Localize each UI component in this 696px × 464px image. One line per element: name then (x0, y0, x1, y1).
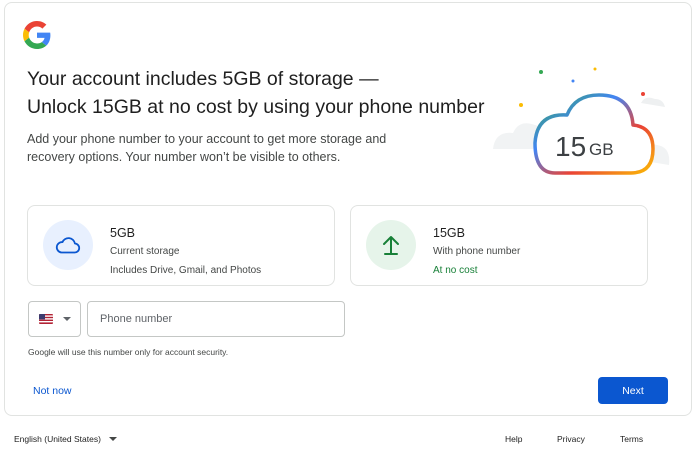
help-link[interactable]: Help (505, 434, 522, 444)
current-storage-detail: Includes Drive, Gmail, and Photos (110, 265, 262, 276)
chevron-down-icon (62, 317, 71, 321)
phone-storage-title: 15GB (433, 226, 465, 240)
arrow-up-icon-container (366, 220, 416, 270)
cloud-icon-container (43, 220, 93, 270)
phone-hint-text: Google will use this number only for acc… (28, 347, 229, 357)
terms-link[interactable]: Terms (620, 434, 643, 444)
title-line-1: Your account includes 5GB of storage — (27, 68, 379, 90)
country-code-select[interactable] (28, 301, 81, 337)
hero-number: 15 (555, 131, 586, 162)
bg-cloud-small-icon (641, 97, 665, 107)
google-logo-icon (23, 21, 51, 49)
not-now-button[interactable]: Not now (33, 385, 72, 397)
main-card: Your account includes 5GB of storage — U… (4, 2, 692, 416)
main-cloud-icon (533, 93, 655, 175)
title-line-2: Unlock 15GB at no cost by using your pho… (27, 96, 485, 118)
us-flag-icon (38, 314, 53, 324)
current-storage-subtitle: Current storage (110, 246, 180, 257)
language-select[interactable]: English (United States) (14, 434, 117, 444)
cloud-icon (55, 237, 81, 254)
current-storage-title: 5GB (110, 226, 136, 240)
page-description: Add your phone number to your account to… (27, 132, 387, 164)
storage-cloud-illustration: 15 GB (493, 67, 670, 175)
phone-storage-detail: At no cost (433, 265, 478, 276)
language-label: English (United States) (14, 434, 101, 444)
page-title: Your account includes 5GB of storage — U… (27, 65, 497, 121)
phone-number-input[interactable] (87, 301, 345, 337)
phone-storage-subtitle: With phone number (433, 246, 521, 257)
privacy-link[interactable]: Privacy (557, 434, 585, 444)
chevron-down-icon (108, 437, 117, 441)
current-storage-card: 5GB Current storage Includes Drive, Gmai… (27, 205, 335, 286)
arrow-up-icon (383, 236, 399, 255)
hero-unit: GB (589, 140, 614, 159)
phone-storage-card: 15GB With phone number At no cost (350, 205, 648, 286)
next-button[interactable]: Next (598, 377, 668, 404)
